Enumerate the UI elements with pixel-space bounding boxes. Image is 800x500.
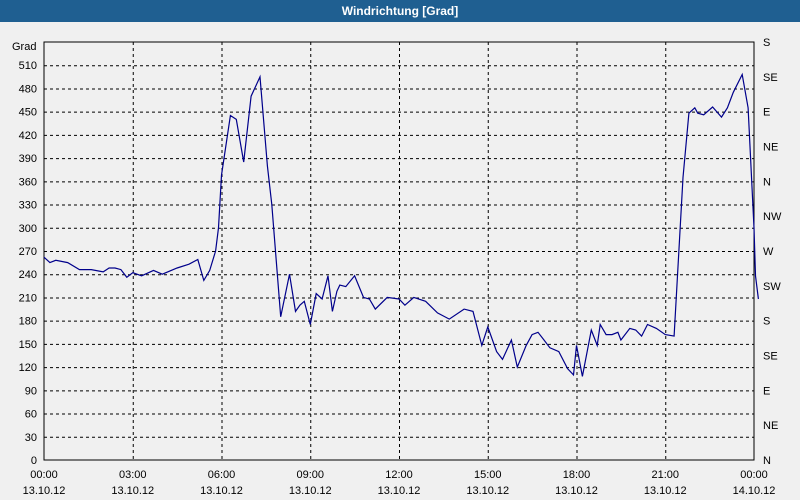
compass-tick-label: W [763, 246, 774, 258]
y-axis-label: Grad [12, 41, 36, 53]
grid-lines [44, 42, 754, 460]
x-tick-date: 14.10.12 [733, 485, 776, 497]
compass-tick-label: NE [763, 420, 778, 432]
left-axis-ticks: 0 30 60 90 120 150 180 210 240 270 300 330 360 390 420… [19, 60, 37, 467]
chart-title: Windrichtung [Grad] [341, 4, 459, 18]
compass-tick-label: S [763, 37, 770, 49]
compass-tick-label: SE [763, 72, 778, 84]
compass-tick-label: N [763, 455, 771, 467]
x-tick-time: 21:00 [651, 469, 679, 481]
y-tick-label: 510 [19, 60, 37, 72]
compass-tick-label: E [763, 385, 770, 397]
y-tick-label: 330 [19, 200, 37, 212]
compass-tick-label: SE [763, 351, 778, 363]
x-tick-date: 13.10.12 [466, 485, 509, 497]
compass-tick-label: NW [763, 211, 782, 223]
y-tick-label: 450 [19, 107, 37, 119]
x-tick-time: 00:00 [30, 469, 58, 481]
chart-title-bar: Windrichtung [Grad] [0, 0, 800, 22]
x-tick-date: 13.10.12 [289, 485, 332, 497]
x-tick-time: 06:00 [208, 469, 236, 481]
y-tick-label: 480 [19, 83, 37, 95]
compass-tick-label: NE [763, 142, 778, 154]
x-tick-date: 13.10.12 [378, 485, 421, 497]
x-tick-date: 13.10.12 [555, 485, 598, 497]
chart-frame: Grad 0 30 60 90 120 150 180 210 240 270 300 330 360 3… [0, 22, 800, 500]
y-tick-label: 90 [25, 385, 37, 397]
x-tick-time: 12:00 [385, 469, 413, 481]
y-tick-label: 180 [19, 316, 37, 328]
y-tick-label: 60 [25, 409, 37, 421]
x-tick-time: 09:00 [296, 469, 324, 481]
x-tick-time: 00:00 [740, 469, 768, 481]
y-tick-label: 150 [19, 339, 37, 351]
y-tick-label: 30 [25, 432, 37, 444]
x-tick-time: 15:00 [474, 469, 502, 481]
y-tick-label: 0 [31, 455, 37, 467]
right-axis-ticks: N NE E SE S SW W NW N NE E SE S [763, 37, 782, 467]
x-tick-date: 13.10.12 [644, 485, 687, 497]
y-tick-label: 120 [19, 362, 37, 374]
compass-tick-label: E [763, 107, 770, 119]
compass-tick-label: N [763, 176, 771, 188]
y-tick-label: 420 [19, 130, 37, 142]
y-tick-label: 360 [19, 176, 37, 188]
x-axis-ticks: 00:00 13.10.12 03:00 13.10.12 06:00 13.10.12 0… [23, 469, 776, 497]
x-tick-date: 13.10.12 [23, 485, 66, 497]
x-tick-time: 03:00 [119, 469, 147, 481]
x-tick-date: 13.10.12 [111, 485, 154, 497]
compass-tick-label: SW [763, 281, 781, 293]
wind-direction-chart: Grad 0 30 60 90 120 150 180 210 240 270 300 330 360 3… [12, 37, 782, 497]
y-tick-label: 300 [19, 223, 37, 235]
x-tick-time: 18:00 [563, 469, 591, 481]
y-tick-label: 210 [19, 292, 37, 304]
compass-tick-label: S [763, 316, 770, 328]
x-tick-date: 13.10.12 [200, 485, 243, 497]
y-tick-label: 270 [19, 246, 37, 258]
y-tick-label: 390 [19, 153, 37, 165]
y-tick-label: 240 [19, 269, 37, 281]
wind-direction-line [43, 72, 759, 377]
